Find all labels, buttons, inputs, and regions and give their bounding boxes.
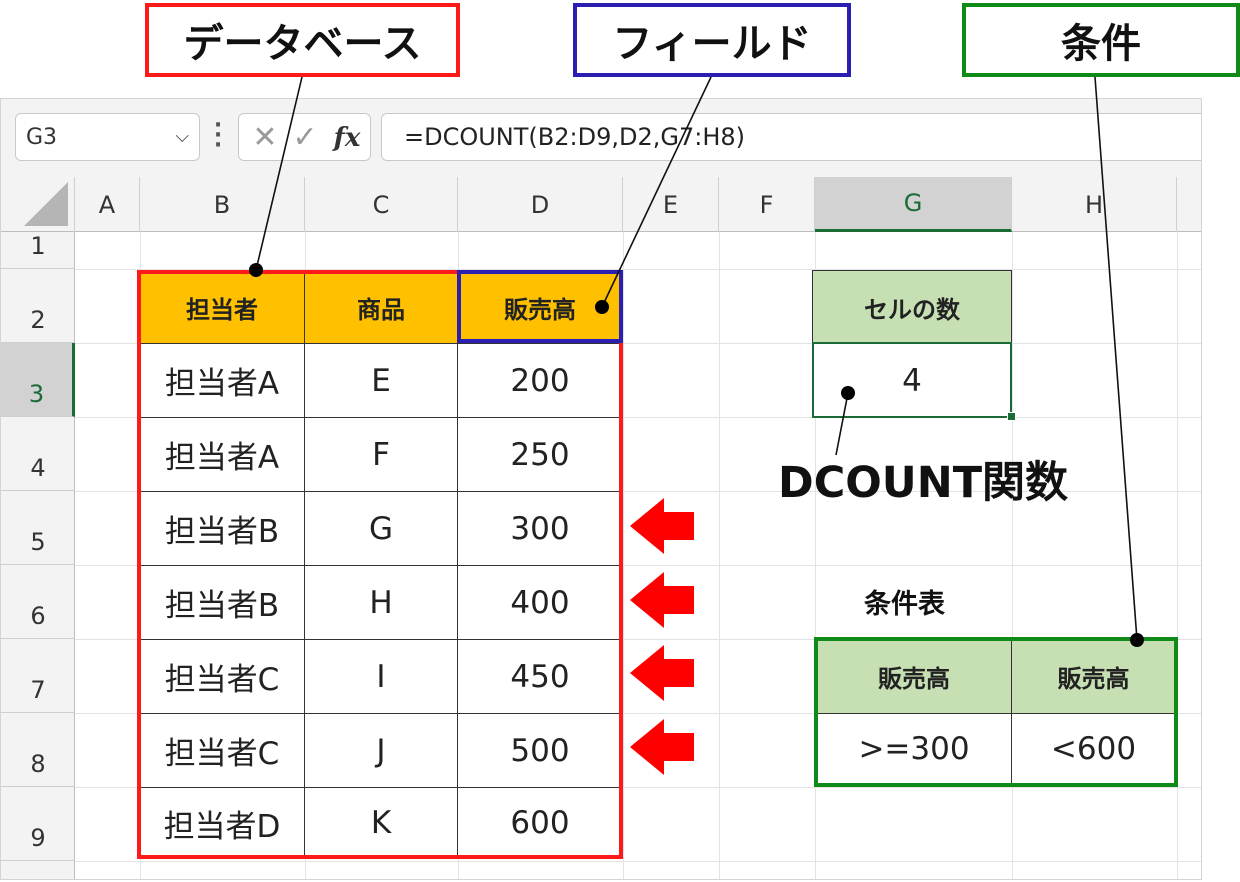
database-leader-line <box>255 76 303 271</box>
result-dot <box>841 386 855 400</box>
function-leader-line <box>835 392 849 456</box>
match-arrow-icon <box>630 572 694 628</box>
match-arrow-icon <box>630 719 694 775</box>
field-leader-line <box>601 76 712 308</box>
match-arrow-icon <box>630 645 694 701</box>
annotation-overlay <box>249 76 1144 775</box>
field-dot <box>595 300 609 314</box>
criteria-dot <box>1130 633 1144 647</box>
criteria-leader-line <box>1094 76 1138 641</box>
database-dot <box>249 263 263 277</box>
match-arrow-icon <box>630 498 694 554</box>
